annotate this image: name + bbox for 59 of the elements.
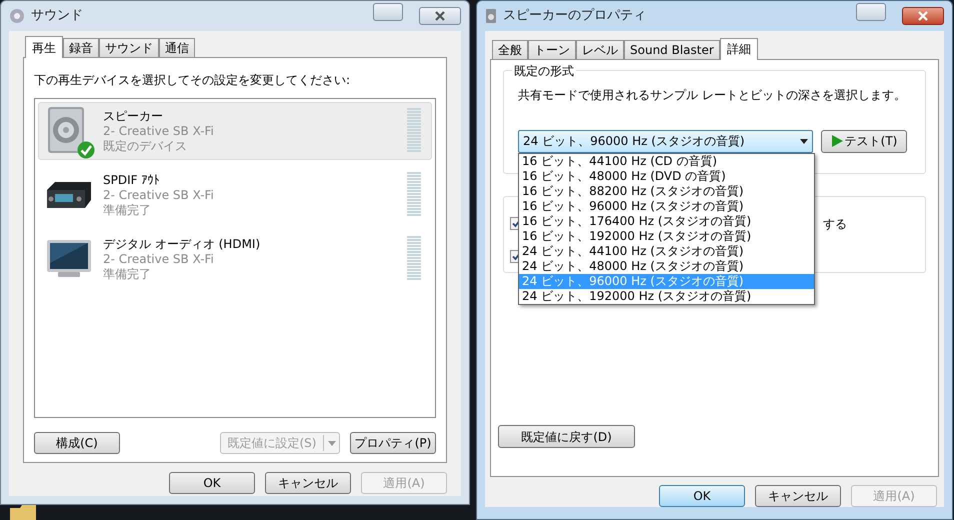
caret-icon bbox=[800, 138, 808, 144]
dropdown-option[interactable]: 16 ビット、96000 Hz (スタジオの音質) bbox=[519, 198, 814, 214]
dialog-button[interactable]: キャンセル bbox=[755, 485, 841, 507]
tab[interactable]: レベル bbox=[576, 40, 624, 59]
tab[interactable]: Sound Blaster bbox=[624, 40, 720, 59]
dropdown-option[interactable]: 24 ビット、48000 Hz (スタジオの音質) bbox=[519, 258, 814, 274]
dropdown-option[interactable]: 16 ビット、44100 Hz (CD の音質) bbox=[519, 154, 814, 169]
dropdown-option[interactable]: 24 ビット、192000 Hz (スタジオの音質) bbox=[519, 288, 814, 304]
tab[interactable]: サウンド bbox=[99, 38, 159, 57]
speaker-icon bbox=[485, 8, 497, 24]
checkbox-label: する bbox=[823, 216, 847, 233]
tab[interactable]: 録音 bbox=[63, 38, 99, 57]
format-dropdown[interactable]: 24 ビット、96000 Hz (スタジオの音質) bbox=[518, 130, 813, 153]
instruction-text: 下の再生デバイスを選択してその設定を変更してください: bbox=[34, 72, 352, 89]
restore-icon[interactable] bbox=[373, 3, 403, 21]
device-driver: 2- Creative SB X-Fi bbox=[103, 252, 215, 266]
level-meter-icon bbox=[407, 236, 421, 282]
tab[interactable]: 詳細 bbox=[720, 38, 758, 60]
device-item[interactable]: デジタル オーディオ (HDMI) 2- Creative SB X-Fi 準備完了 bbox=[38, 230, 432, 288]
dialog-button[interactable]: キャンセル bbox=[265, 472, 351, 494]
tab[interactable]: 通信 bbox=[159, 38, 195, 57]
device-name: スピーカー bbox=[103, 108, 164, 124]
device-item[interactable]: スピーカー 2- Creative SB X-Fi 既定のデバイス bbox=[38, 102, 432, 160]
dropdown-option[interactable]: 16 ビット、176400 Hz (スタジオの音質) bbox=[519, 214, 814, 229]
close-icon[interactable] bbox=[419, 7, 461, 25]
tab[interactable]: 再生 bbox=[25, 36, 63, 58]
device-status: 準備完了 bbox=[103, 266, 152, 282]
speaker-icon bbox=[9, 8, 25, 24]
dropdown-option[interactable]: 16 ビット、192000 Hz (スタジオの音質) bbox=[519, 228, 814, 244]
device-name: SPDIF ｱｳﾄ bbox=[103, 172, 160, 188]
device-status: 準備完了 bbox=[103, 202, 152, 218]
dialog-button[interactable]: OK bbox=[659, 485, 745, 507]
device-status: 既定のデバイス bbox=[103, 138, 188, 154]
device-driver: 2- Creative SB X-Fi bbox=[103, 188, 214, 202]
tab[interactable]: トーン bbox=[528, 40, 576, 59]
level-meter-icon bbox=[407, 172, 421, 218]
window-title: スピーカーのプロパティ bbox=[503, 7, 646, 26]
dialog-button[interactable]: OK bbox=[169, 472, 255, 494]
dropdown-option[interactable]: 16 ビット、48000 Hz (DVD の音質) bbox=[519, 168, 814, 184]
close-icon[interactable] bbox=[902, 7, 944, 25]
dropdown-option[interactable]: 16 ビット、88200 Hz (スタジオの音質) bbox=[519, 184, 814, 199]
dropdown-option[interactable]: 24 ビット、44100 Hz (スタジオの音質) bbox=[519, 244, 814, 259]
description-text: 共有モードで使用されるサンプル レートとビットの深さを選択します。 bbox=[518, 86, 907, 104]
receiver-icon bbox=[45, 180, 93, 210]
caret-icon bbox=[328, 440, 336, 446]
restore-icon[interactable] bbox=[856, 3, 886, 21]
restore-defaults-button[interactable]: 既定値に戻す(D) bbox=[498, 425, 635, 448]
test-button[interactable]: テスト(T) bbox=[821, 130, 907, 153]
configure-button[interactable]: 構成(C) bbox=[34, 432, 120, 454]
window-title: サウンド bbox=[31, 7, 83, 26]
device-name: デジタル オーディオ (HDMI) bbox=[103, 236, 260, 252]
level-meter-icon bbox=[407, 108, 421, 154]
play-icon bbox=[830, 135, 843, 148]
group-label: 既定の形式 bbox=[512, 62, 576, 80]
device-driver: 2- Creative SB X-Fi bbox=[103, 124, 214, 138]
properties-button[interactable]: プロパティ(P) bbox=[350, 432, 436, 454]
tab[interactable]: 全般 bbox=[492, 40, 528, 59]
device-item[interactable]: SPDIF ｱｳﾄ 2- Creative SB X-Fi 準備完了 bbox=[38, 166, 432, 224]
monitor-icon bbox=[46, 239, 92, 279]
